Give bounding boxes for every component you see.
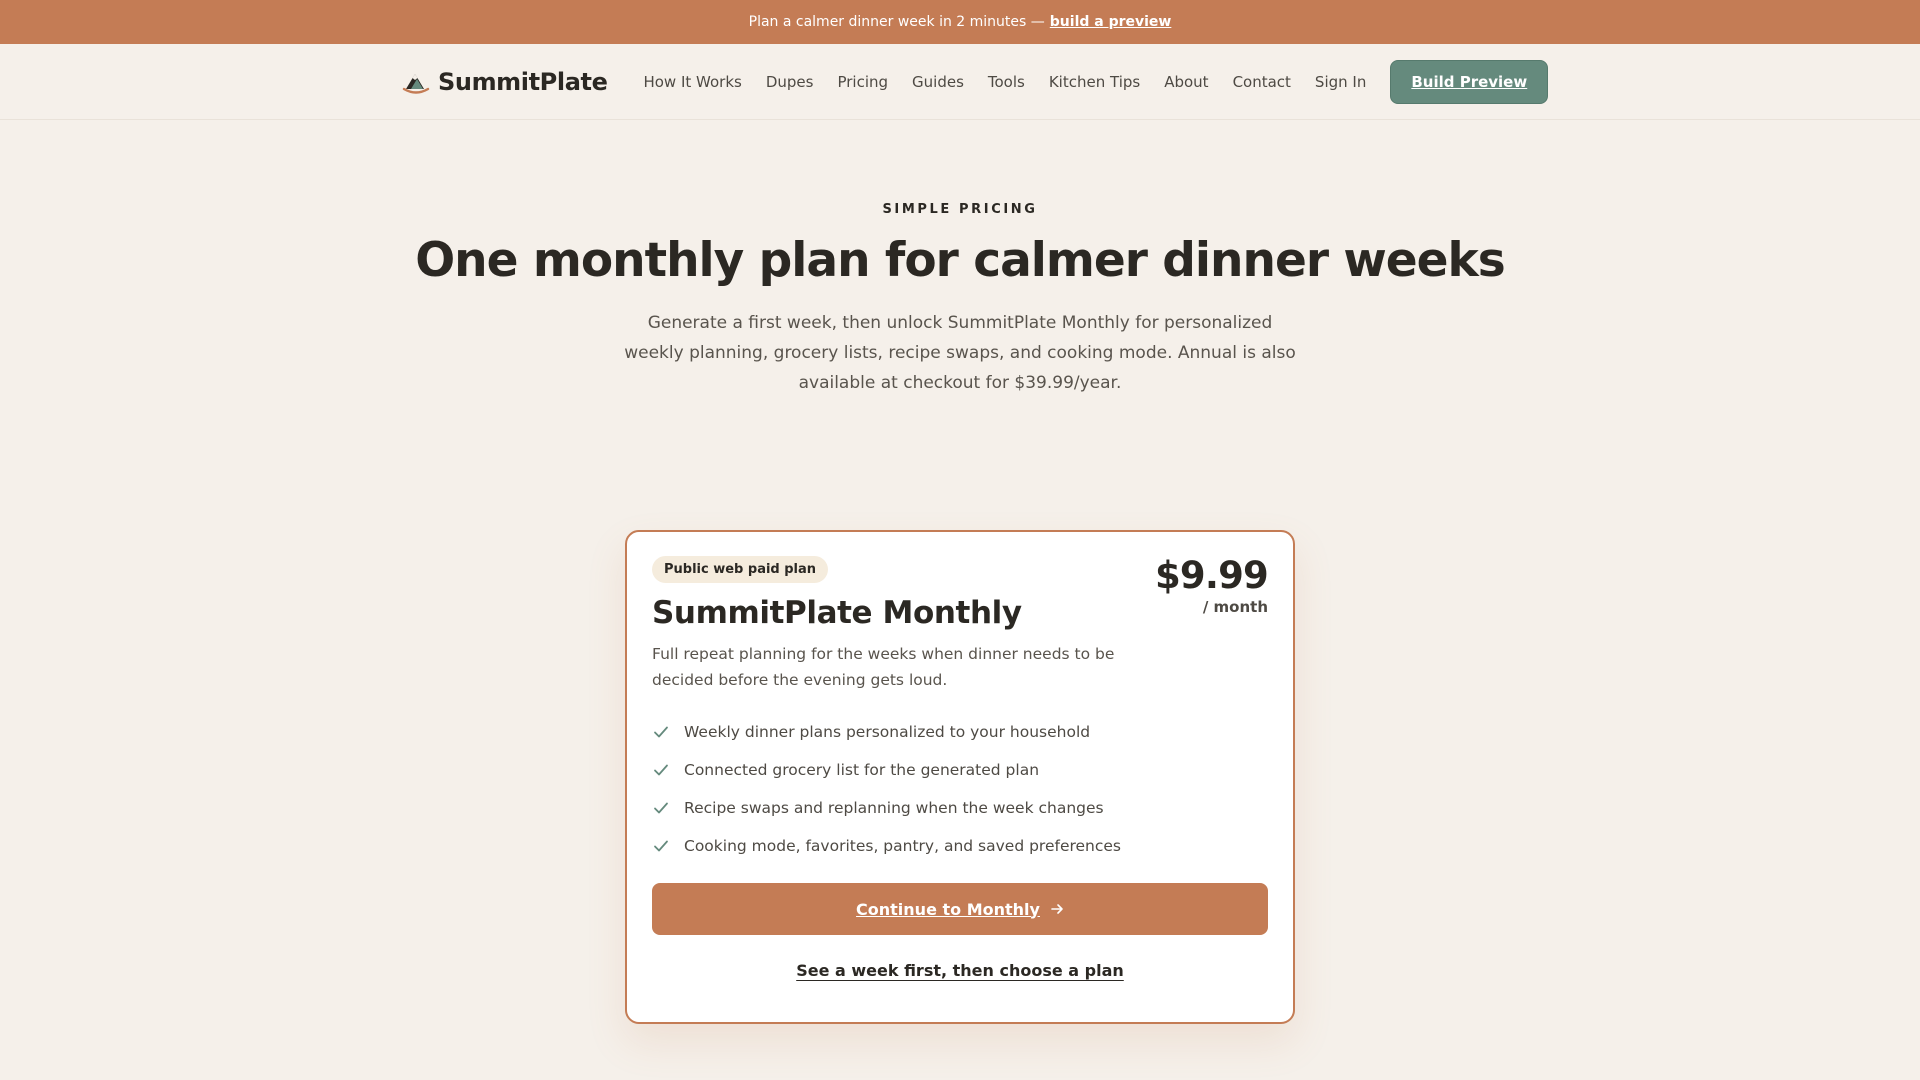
price-block: $9.99 / month bbox=[1154, 554, 1269, 616]
plan-description: Full repeat planning for the weeks when … bbox=[652, 645, 1115, 689]
top-nav: SummitPlate How It Works Dupes Pricing G… bbox=[0, 44, 1920, 120]
page-title: One monthly plan for calmer dinner weeks bbox=[415, 233, 1506, 288]
check-icon bbox=[654, 802, 668, 814]
feature-item: Connected grocery list for the generated… bbox=[652, 751, 1268, 789]
nav-link-dupes[interactable]: Dupes bbox=[766, 73, 814, 91]
plan-price: $9.99 bbox=[1154, 554, 1269, 597]
price-period: / month bbox=[1202, 598, 1268, 616]
feature-item: Weekly dinner plans personalized to your… bbox=[652, 713, 1268, 751]
build-preview-button[interactable]: Build Preview bbox=[1390, 59, 1549, 104]
announcement-bar: Plan a calmer dinner week in 2 minutes —… bbox=[0, 0, 1920, 44]
announcement-text: Plan a calmer dinner week in 2 minutes — bbox=[748, 14, 1045, 30]
nav-link-guides[interactable]: Guides bbox=[912, 73, 964, 91]
mountain-plate-icon bbox=[402, 73, 430, 94]
plan-badge: Public web paid plan bbox=[652, 556, 829, 583]
see-week-first-link[interactable]: See a week first, then choose a plan bbox=[652, 961, 1268, 980]
nav-link-tools[interactable]: Tools bbox=[988, 73, 1025, 91]
brand-logo[interactable]: SummitPlate bbox=[402, 67, 608, 96]
feature-list: Weekly dinner plans personalized to your… bbox=[652, 713, 1268, 865]
continue-monthly-button[interactable]: Continue to Monthly bbox=[652, 883, 1268, 935]
eyebrow-label: SIMPLE PRICING bbox=[882, 202, 1038, 217]
feature-item: Recipe swaps and replanning when the wee… bbox=[652, 789, 1268, 827]
nav-links: How It Works Dupes Pricing Guides Tools … bbox=[643, 73, 1366, 91]
nav-link-kitchen-tips[interactable]: Kitchen Tips bbox=[1049, 73, 1140, 91]
brand-name: SummitPlate bbox=[438, 67, 608, 96]
feature-text: Weekly dinner plans personalized to your… bbox=[684, 723, 1091, 741]
nav-link-sign-in[interactable]: Sign In bbox=[1315, 73, 1366, 91]
arrow-right-icon bbox=[1051, 904, 1063, 914]
announcement-link[interactable]: build a preview bbox=[1050, 14, 1172, 30]
hero-subtitle: Generate a first week, then unlock Summi… bbox=[624, 313, 1296, 393]
continue-monthly-label: Continue to Monthly bbox=[856, 899, 1040, 919]
feature-text: Connected grocery list for the generated… bbox=[684, 761, 1040, 779]
nav-link-pricing[interactable]: Pricing bbox=[837, 73, 888, 91]
pricing-card: Public web paid plan $9.99 / month Summi… bbox=[625, 530, 1295, 1024]
hero-section: SIMPLE PRICING One monthly plan for calm… bbox=[0, 120, 1920, 398]
nav-link-how-it-works[interactable]: How It Works bbox=[643, 73, 741, 91]
feature-item: Cooking mode, favorites, pantry, and sav… bbox=[652, 827, 1268, 865]
feature-text: Recipe swaps and replanning when the wee… bbox=[684, 799, 1104, 817]
check-icon bbox=[654, 840, 668, 852]
check-icon bbox=[654, 764, 668, 776]
check-icon bbox=[654, 726, 668, 738]
nav-link-contact[interactable]: Contact bbox=[1233, 73, 1291, 91]
feature-text: Cooking mode, favorites, pantry, and sav… bbox=[684, 837, 1122, 855]
nav-link-about[interactable]: About bbox=[1164, 73, 1208, 91]
